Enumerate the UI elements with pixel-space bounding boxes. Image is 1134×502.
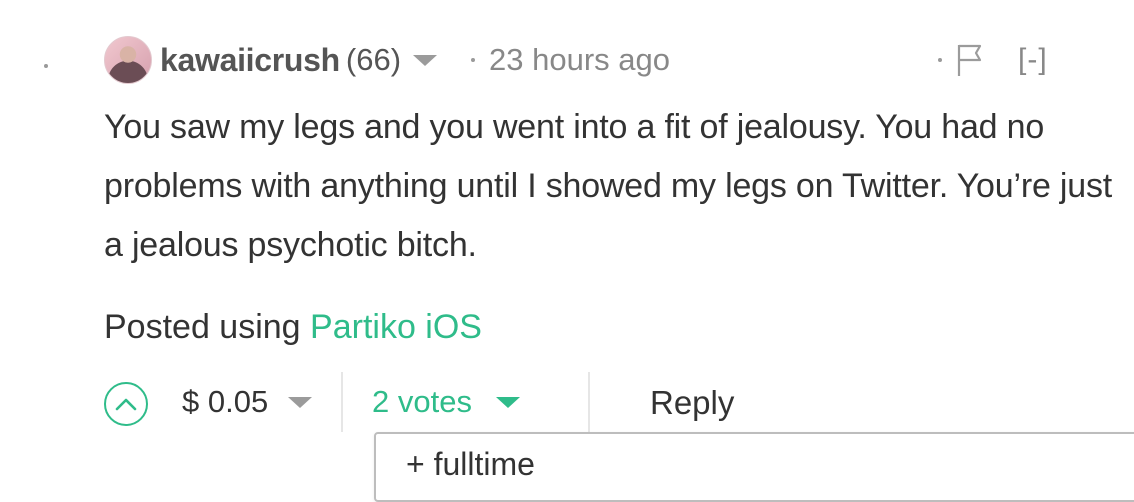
posted-app-link[interactable]: Partiko iOS	[310, 308, 482, 346]
thread-indicator-dot	[44, 64, 48, 68]
voter-item[interactable]: + fulltime	[406, 446, 535, 483]
author-name[interactable]: kawaiicrush	[160, 42, 340, 79]
flag-icon[interactable]	[956, 43, 984, 77]
posted-prefix: Posted using	[104, 308, 311, 346]
reply-button[interactable]: Reply	[650, 384, 734, 422]
author-reputation: (66)	[345, 42, 402, 77]
chevron-up-icon	[115, 398, 137, 411]
votes-dropdown: + fulltime	[374, 432, 1134, 502]
payout-value[interactable]: $ 0.05	[182, 384, 268, 420]
separator-dot	[471, 58, 476, 62]
caret-down-icon[interactable]	[413, 54, 438, 66]
timestamp[interactable]: 23 hours ago	[489, 42, 670, 78]
caret-down-icon[interactable]	[496, 397, 520, 408]
votes-count[interactable]: 2 votes	[372, 384, 472, 420]
caret-down-icon[interactable]	[288, 397, 312, 408]
separator-dot	[938, 58, 942, 62]
divider	[341, 372, 343, 432]
posted-using: Posted using Partiko iOS	[104, 308, 482, 347]
comment-tools: [-]	[938, 40, 1048, 80]
avatar[interactable]	[104, 36, 152, 84]
collapse-toggle[interactable]: [-]	[1018, 43, 1048, 77]
comment-footer: $ 0.05 2 votes Reply	[104, 372, 1134, 432]
upvote-button[interactable]	[104, 382, 148, 426]
divider	[588, 372, 590, 432]
comment-body: You saw my legs and you went into a fit …	[104, 108, 1113, 264]
